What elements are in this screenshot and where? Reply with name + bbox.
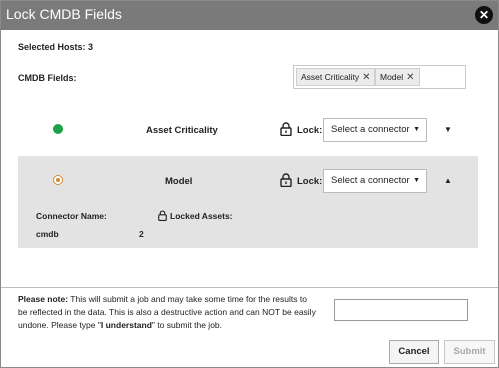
connector-select-value: Select a connector [331,175,410,186]
select-caret-icon: ▼ [413,126,420,133]
dialog-titlebar: Lock CMDB Fields ✕ [1,1,498,30]
warning-note: Please note: This will submit a job and … [18,293,318,332]
select-caret-icon: ▼ [413,177,420,184]
chip-asset-criticality: Asset Criticality ✕ [296,68,376,86]
cmdb-fields-label: CMDB Fields: [18,73,77,83]
submit-button[interactable]: Submit [444,340,495,364]
cancel-button[interactable]: Cancel [389,340,439,364]
lock-cmdb-fields-dialog: Lock CMDB Fields ✕ Selected Hosts: 3 CMD… [0,0,499,368]
connector-name-cell: cmdb [36,229,59,239]
lock-label: Lock: [297,125,323,136]
status-dot-icon [53,124,63,134]
cmdb-fields-multiselect[interactable]: Asset Criticality ✕ Model ✕ [293,65,466,89]
confirmation-input[interactable] [334,299,468,321]
chip-remove-icon[interactable]: ✕ [406,72,414,83]
field-name: Asset Criticality [146,125,218,136]
note-suffix: " to submit the job. [151,320,223,330]
dialog-title: Lock CMDB Fields [6,6,122,22]
field-name: Model [165,176,193,187]
connector-select[interactable]: Select a connector ▼ [323,118,427,142]
close-icon[interactable]: ✕ [475,6,493,24]
connector-name-header: Connector Name: [36,211,107,221]
note-keyword: I understand [100,320,152,330]
locked-assets-header: Locked Assets: [170,211,233,221]
chip-remove-icon[interactable]: ✕ [362,72,370,83]
field-row-asset-criticality: Asset Criticality Lock: Select a connect… [18,113,478,147]
chip-model: Model ✕ [375,68,420,86]
field-row-model: Model Lock: Select a connector ▼ ▲ Conne… [18,156,478,248]
locked-assets-count: 2 [139,229,144,239]
chevron-up-icon[interactable]: ▲ [444,176,452,185]
status-dot-icon [53,175,63,185]
lock-icon [158,210,167,221]
chip-label: Model [380,72,404,82]
footer-divider [1,287,498,288]
lock-label: Lock: [297,176,323,187]
connector-select[interactable]: Select a connector ▼ [323,169,427,193]
lock-icon [280,122,292,136]
lock-icon [280,173,292,187]
chip-label: Asset Criticality [301,72,360,82]
selected-hosts-label: Selected Hosts: 3 [18,42,94,52]
connector-select-value: Select a connector [331,124,410,135]
note-prefix: Please note: [18,294,69,304]
chevron-down-icon[interactable]: ▼ [444,125,452,134]
